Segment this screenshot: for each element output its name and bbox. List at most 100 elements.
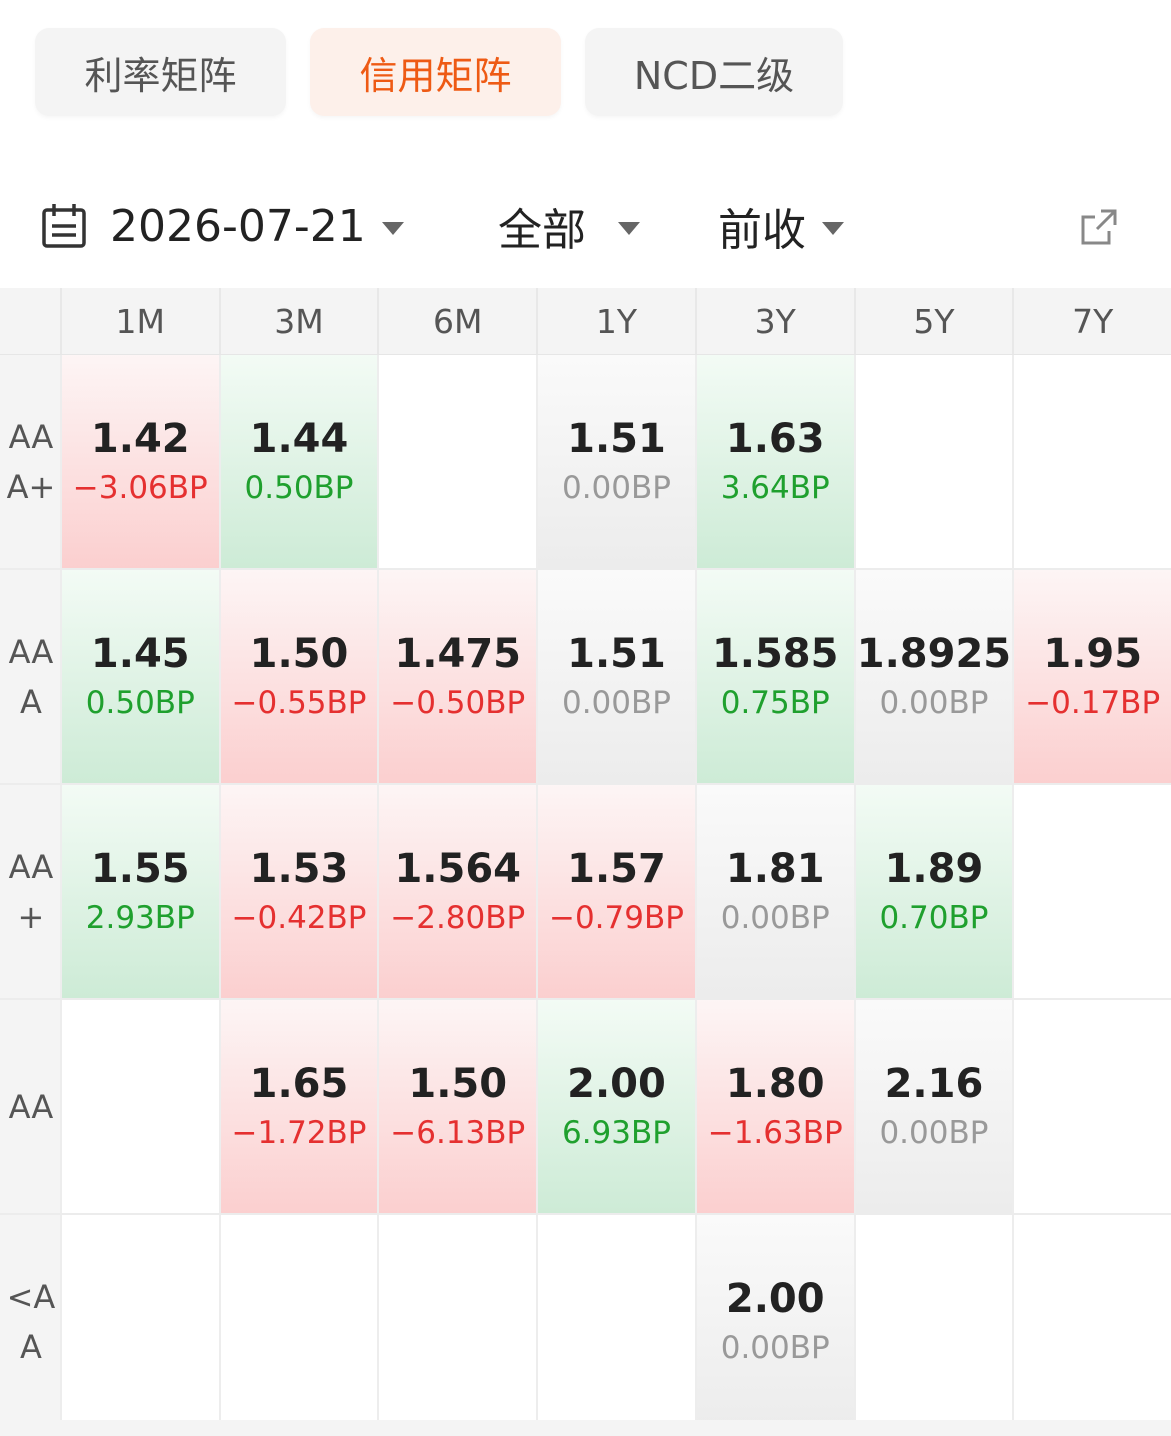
yield-change: 0.70BP — [879, 899, 989, 936]
row-header-label: AAA+ — [6, 417, 56, 506]
matrix-row: AA 1.65 −1.72BP 1.50 −6.13BP 2.00 6.93BP 1.80 −1… — [0, 1000, 1171, 1215]
yield-change: −0.42BP — [231, 899, 367, 936]
yield-change: 0.75BP — [720, 684, 830, 721]
row-header: AA — [0, 1000, 60, 1213]
basis-selector[interactable]: 前收 — [718, 190, 844, 262]
matrix-cell[interactable]: 1.8925 0.00BP — [853, 570, 1013, 783]
bottom-bar — [0, 1420, 1171, 1436]
yield-value: 1.42 — [90, 415, 190, 462]
matrix-tabs: 利率矩阵 信用矩阵 NCD二级 — [35, 28, 843, 116]
tab-rate-matrix[interactable]: 利率矩阵 — [35, 28, 286, 116]
column-header-7y: 7Y — [1012, 288, 1171, 354]
matrix-cell-empty — [1012, 355, 1171, 568]
matrix-cell[interactable]: 2.00 0.00BP — [694, 1215, 854, 1428]
yield-change: 0.50BP — [244, 469, 354, 506]
matrix-cell[interactable]: 1.44 0.50BP — [218, 355, 378, 568]
caret-down-icon — [381, 221, 404, 235]
matrix-corner — [0, 288, 60, 354]
yield-change: −0.50BP — [390, 684, 526, 721]
matrix-cell-empty — [1012, 1215, 1171, 1428]
row-header-label: <AA — [6, 1277, 56, 1366]
matrix-cell[interactable]: 1.63 3.64BP — [694, 355, 854, 568]
row-header: AAA — [0, 570, 60, 783]
yield-value: 1.55 — [90, 845, 190, 892]
row-header-label: AAA — [8, 632, 54, 721]
yield-value: 1.51 — [567, 630, 666, 677]
matrix-cell[interactable]: 1.45 0.50BP — [59, 570, 219, 783]
tab-credit-matrix[interactable]: 信用矩阵 — [310, 28, 561, 116]
yield-change: −1.63BP — [707, 1114, 843, 1151]
matrix-cell[interactable]: 1.89 0.70BP — [853, 785, 1013, 998]
yield-value: 1.57 — [567, 845, 666, 892]
yield-value: 1.65 — [249, 1060, 349, 1107]
matrix-cell-empty — [377, 1215, 537, 1428]
yield-value: 2.00 — [567, 1060, 666, 1107]
matrix-row: AAA+ 1.42 −3.06BP 1.44 0.50BP 1.51 0.00BP 1.63 3… — [0, 355, 1171, 570]
matrix-cell-empty — [536, 1215, 695, 1428]
yield-value: 1.53 — [249, 845, 349, 892]
matrix-cell[interactable]: 1.80 −1.63BP — [694, 1000, 854, 1213]
matrix-cell[interactable]: 1.585 0.75BP — [694, 570, 854, 783]
yield-value: 2.00 — [725, 1275, 825, 1322]
matrix-cell[interactable]: 1.95 −0.17BP — [1012, 570, 1171, 783]
matrix-cell-empty — [1012, 785, 1171, 998]
yield-value: 1.95 — [1043, 630, 1143, 677]
matrix-cell-empty — [59, 1000, 219, 1213]
matrix-row: AA+ 1.55 2.93BP 1.53 −0.42BP 1.564 −2.80BP 1.57… — [0, 785, 1171, 1000]
yield-change: 0.00BP — [561, 469, 671, 506]
yield-change: 0.00BP — [720, 1329, 830, 1366]
matrix-header-row: 1M 3M 6M 1Y 3Y 5Y 7Y — [0, 288, 1171, 355]
matrix-cell-empty — [1012, 1000, 1171, 1213]
matrix-cell[interactable]: 1.55 2.93BP — [59, 785, 219, 998]
yield-value: 1.585 — [711, 630, 839, 677]
yield-value: 1.50 — [249, 630, 349, 677]
date-selector[interactable]: 2026-07-21 — [40, 190, 404, 262]
row-header: <AA — [0, 1215, 60, 1428]
yield-change: −6.13BP — [390, 1114, 526, 1151]
column-header-3m: 3M — [218, 288, 378, 354]
matrix-cell[interactable]: 1.475 −0.50BP — [377, 570, 537, 783]
matrix-cell[interactable]: 1.50 −6.13BP — [377, 1000, 537, 1213]
yield-change: 3.64BP — [720, 469, 830, 506]
matrix-cell[interactable]: 1.65 −1.72BP — [218, 1000, 378, 1213]
yield-value: 1.45 — [90, 630, 190, 677]
scope-selector[interactable]: 全部 — [498, 190, 640, 262]
matrix-cell[interactable]: 1.50 −0.55BP — [218, 570, 378, 783]
tab-ncd-secondary[interactable]: NCD二级 — [585, 28, 843, 116]
yield-value: 1.564 — [394, 845, 521, 892]
yield-change: 6.93BP — [561, 1114, 671, 1151]
matrix-cell[interactable]: 1.42 −3.06BP — [59, 355, 219, 568]
matrix-cell[interactable]: 1.57 −0.79BP — [536, 785, 695, 998]
matrix-cell[interactable]: 1.53 −0.42BP — [218, 785, 378, 998]
scope-value: 全部 — [498, 205, 586, 256]
yield-change: −0.55BP — [231, 684, 367, 721]
matrix-row: <AA 2.00 0.00BP — [0, 1215, 1171, 1430]
matrix-cell-empty — [59, 1215, 219, 1428]
matrix-cell-empty — [377, 355, 537, 568]
row-header-label: AA+ — [8, 847, 54, 936]
matrix-cell[interactable]: 2.16 0.00BP — [853, 1000, 1013, 1213]
yield-change: −0.79BP — [548, 899, 684, 936]
yield-change: −1.72BP — [231, 1114, 367, 1151]
matrix-cell-empty — [218, 1215, 378, 1428]
yield-value: 1.89 — [884, 845, 984, 892]
yield-change: −3.06BP — [72, 469, 208, 506]
matrix-cell[interactable]: 1.81 0.00BP — [694, 785, 854, 998]
yield-change: 2.93BP — [85, 899, 195, 936]
row-header: AAA+ — [0, 355, 60, 568]
yield-change: −0.17BP — [1025, 684, 1161, 721]
matrix-cell[interactable]: 1.51 0.00BP — [536, 570, 695, 783]
row-header: AA+ — [0, 785, 60, 998]
date-value: 2026-07-21 — [110, 200, 366, 252]
matrix-cell-empty — [853, 1215, 1013, 1428]
yield-value: 1.50 — [408, 1060, 508, 1107]
column-header-6m: 6M — [377, 288, 536, 354]
external-link-icon[interactable] — [1079, 207, 1119, 247]
yield-change: 0.50BP — [85, 684, 195, 721]
matrix-cell[interactable]: 2.00 6.93BP — [536, 1000, 695, 1213]
caret-down-icon — [618, 221, 640, 235]
yield-change: 0.00BP — [879, 1114, 989, 1151]
matrix-cell[interactable]: 1.51 0.00BP — [536, 355, 695, 568]
yield-value: 1.80 — [725, 1060, 825, 1107]
matrix-cell[interactable]: 1.564 −2.80BP — [377, 785, 537, 998]
